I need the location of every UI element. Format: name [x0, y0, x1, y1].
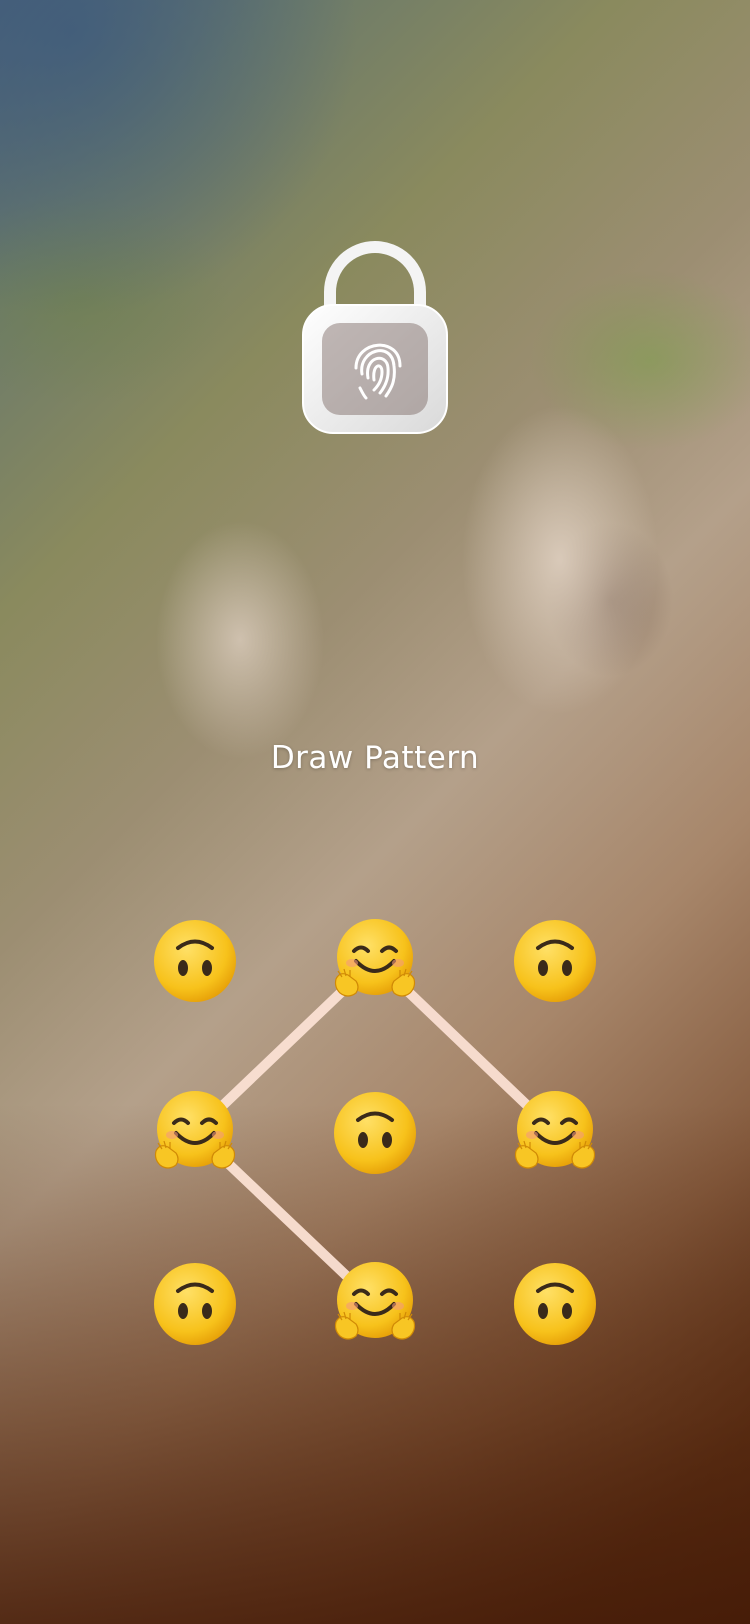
pattern-dot-selected-3-2[interactable]	[330, 1258, 420, 1348]
pattern-dot-3-1[interactable]	[150, 1258, 240, 1348]
pattern-dot-selected-2-3[interactable]	[510, 1087, 600, 1177]
pattern-dot-1-3[interactable]	[510, 915, 600, 1005]
pattern-dot-1-1[interactable]	[150, 915, 240, 1005]
upside-down-face-icon	[514, 1263, 596, 1345]
pattern-dot-2-2[interactable]	[330, 1087, 420, 1177]
hugging-face-icon	[154, 1091, 236, 1169]
hugging-face-icon	[334, 919, 416, 997]
upside-down-face-icon	[514, 920, 596, 1002]
pattern-dot-selected-1-2[interactable]	[330, 915, 420, 1005]
fingerprint-padlock-icon	[302, 241, 448, 434]
hugging-face-icon	[514, 1091, 596, 1169]
upside-down-face-icon	[334, 1092, 416, 1174]
pattern-dot-3-3[interactable]	[510, 1258, 600, 1348]
pattern-dot-selected-2-1[interactable]	[150, 1087, 240, 1177]
upside-down-face-icon	[154, 920, 236, 1002]
screen-title: Draw Pattern	[270, 740, 480, 776]
hugging-face-icon	[334, 1262, 416, 1340]
upside-down-face-icon	[154, 1263, 236, 1345]
